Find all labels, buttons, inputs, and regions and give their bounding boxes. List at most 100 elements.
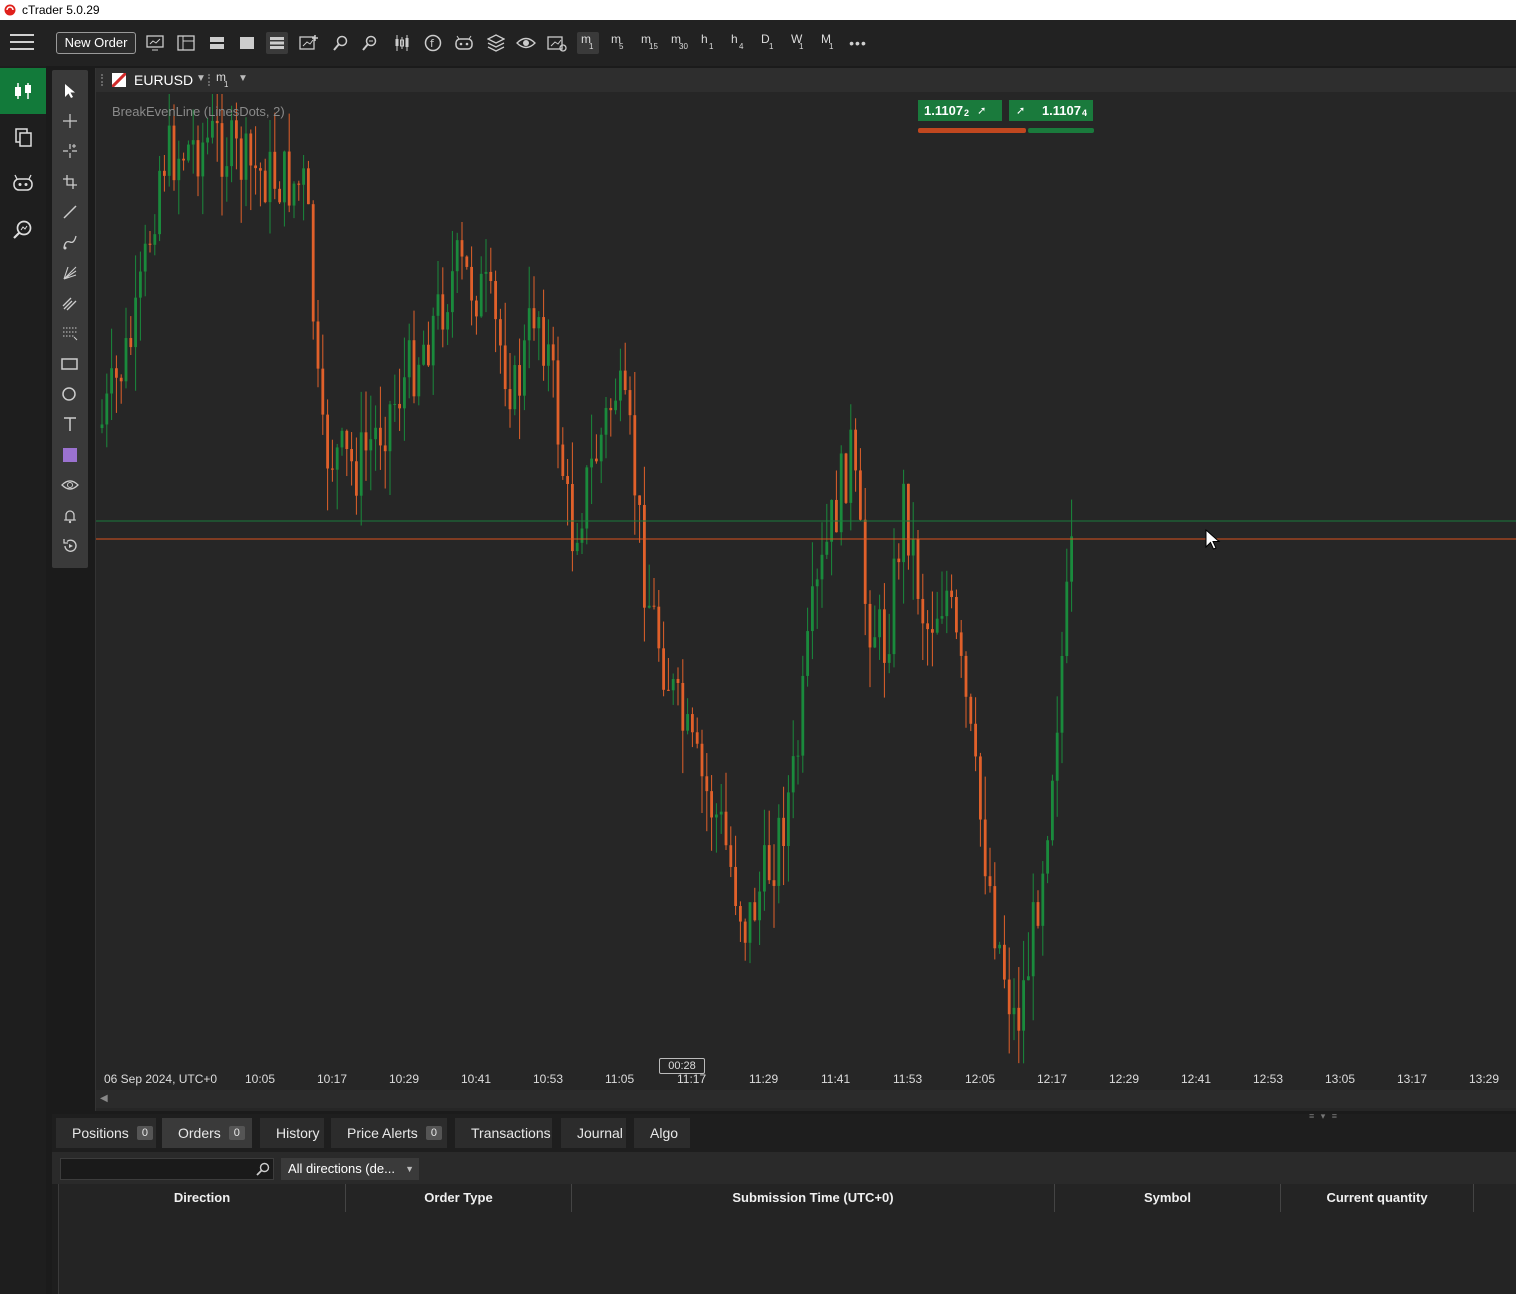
candle-body — [767, 845, 771, 881]
time-axis-label: 10:41 — [461, 1072, 492, 1086]
replay-icon[interactable] — [58, 534, 82, 558]
timeframe-button[interactable]: D1 — [757, 32, 779, 54]
tab-orders[interactable]: Orders 0 — [162, 1118, 252, 1148]
color-picker-icon[interactable] — [58, 443, 82, 467]
rectangle-icon[interactable] — [58, 352, 82, 376]
fibonacci-retracement-icon[interactable] — [58, 321, 82, 345]
candle-body — [633, 415, 637, 496]
sell-price-button[interactable]: 1.1107 2 ➚ — [918, 100, 1002, 121]
robot-icon[interactable] — [453, 32, 475, 54]
trend-line-icon[interactable] — [58, 200, 82, 224]
timeframe-button[interactable]: M1 — [817, 32, 839, 54]
cursor-pointer-icon[interactable] — [58, 79, 82, 103]
scroll-left-icon[interactable]: ◀ — [100, 1093, 108, 1104]
candle-body — [417, 364, 421, 397]
candle-body — [249, 133, 253, 166]
circle-icon[interactable] — [58, 382, 82, 406]
tab-positions[interactable]: Positions 0 — [56, 1118, 156, 1148]
buy-price-button[interactable]: ➚ 1.1107 4 — [1009, 100, 1093, 121]
candle-body — [105, 393, 109, 425]
chart-panel[interactable]: EURUSD ▼ m 1 ▼ BreakEvenLine (LinesDots,… — [95, 68, 1516, 1111]
candle-body — [782, 817, 785, 847]
candlestick-chart[interactable] — [96, 68, 1516, 1068]
candle-body — [191, 140, 195, 145]
layout-single-icon[interactable] — [236, 32, 258, 54]
timeframe-button[interactable]: m5 — [607, 32, 629, 54]
timeframe-button[interactable]: m1 — [577, 32, 599, 54]
tab-transactions[interactable]: Transactions — [455, 1118, 552, 1148]
text-tool-icon[interactable] — [58, 412, 82, 436]
candle-body — [143, 243, 147, 272]
fibonacci-fan-icon[interactable] — [58, 261, 82, 285]
column-header[interactable]: Current quantity — [1281, 1184, 1474, 1212]
time-axis-label: 12:29 — [1109, 1072, 1140, 1086]
column-header[interactable]: Submission Time (UTC+0) — [572, 1184, 1055, 1212]
pitchfork-icon[interactable] — [58, 291, 82, 315]
layout-panel-icon[interactable] — [175, 32, 197, 54]
panel-resize-grip-icon[interactable]: ≡ ▾ ≡ — [1309, 1111, 1339, 1122]
timeframe-button[interactable]: m 30 — [667, 32, 689, 54]
nav-copy-icon[interactable] — [0, 114, 46, 160]
tab-history[interactable]: History — [260, 1118, 324, 1148]
candle-body — [479, 273, 483, 317]
chart-settings-icon[interactable] — [546, 32, 568, 54]
nav-analyze-icon[interactable] — [0, 207, 46, 253]
pencil-draw-icon[interactable] — [58, 230, 82, 254]
crosshair-plus-icon[interactable] — [58, 139, 82, 163]
orders-search-input[interactable] — [60, 1158, 274, 1180]
crosshair-icon[interactable] — [58, 109, 82, 133]
nav-trade-icon[interactable] — [0, 68, 46, 114]
timeframe-button[interactable]: m 15 — [637, 32, 659, 54]
indicator-label[interactable]: BreakEvenLine (LinesDots, 2) — [112, 104, 285, 119]
more-options-icon[interactable]: ••• — [847, 32, 869, 54]
candle-body — [638, 495, 641, 505]
tab-journal[interactable]: Journal — [561, 1118, 626, 1148]
timeframe-button[interactable]: h1 — [697, 32, 719, 54]
direction-filter-select[interactable]: All directions (de... ▼ — [281, 1158, 419, 1180]
zoom-out-icon[interactable] — [359, 32, 381, 54]
eye-icon[interactable] — [515, 32, 537, 54]
measure-tool-icon[interactable] — [58, 170, 82, 194]
chart-type-candles-icon[interactable] — [391, 32, 413, 54]
chart-mode-icon[interactable] — [144, 32, 166, 54]
timeframe-button[interactable]: W1 — [787, 32, 809, 54]
layout-rows-icon[interactable] — [206, 32, 228, 54]
candles-group — [100, 94, 1073, 1064]
add-chart-icon[interactable] — [298, 32, 320, 54]
column-header[interactable]: Direction — [59, 1184, 346, 1212]
new-order-button[interactable]: New Order — [56, 32, 136, 54]
tab-price-alerts[interactable]: Price Alerts 0 — [331, 1118, 447, 1148]
candle-body — [196, 140, 200, 177]
time-axis[interactable]: 06 Sep 2024, UTC+0 10:05 10:17 10:29 10:41 10… — [96, 1068, 1516, 1090]
hamburger-menu-icon[interactable] — [10, 34, 34, 52]
candle-body — [585, 467, 589, 529]
candle-body — [815, 579, 819, 587]
candle-body — [268, 151, 272, 203]
column-header[interactable]: Symbol — [1055, 1184, 1281, 1212]
chevron-down-icon: ▼ — [405, 1164, 414, 1174]
hide-drawings-icon[interactable] — [58, 473, 82, 497]
layout-multi-icon[interactable] — [266, 32, 288, 54]
candle-body — [518, 365, 521, 396]
horizontal-scrollbar[interactable]: ◀ — [96, 1090, 1516, 1108]
candle-body — [235, 120, 238, 139]
time-axis-label: 11:17 — [677, 1072, 707, 1086]
candle-body — [1022, 980, 1025, 1031]
candle-body — [230, 120, 233, 167]
tab-algo[interactable]: Algo — [634, 1118, 690, 1148]
nav-algo-icon[interactable] — [0, 160, 46, 206]
candle-body — [686, 714, 689, 731]
price-alert-bell-icon[interactable] — [58, 504, 82, 528]
timeframe-button[interactable]: h4 — [727, 32, 749, 54]
search-icon[interactable] — [256, 1162, 270, 1176]
column-header[interactable]: Order Type — [346, 1184, 572, 1212]
layers-icon[interactable] — [485, 32, 507, 54]
candle-body — [811, 586, 814, 632]
svg-text:f: f — [430, 37, 435, 50]
zoom-in-icon[interactable] — [330, 32, 352, 54]
candle-body — [167, 125, 171, 176]
indicators-icon[interactable]: f — [422, 32, 444, 54]
buy-price-digit: 4 — [1081, 108, 1087, 118]
candle-body — [897, 558, 901, 563]
timeframe-number: 5 — [619, 42, 624, 51]
